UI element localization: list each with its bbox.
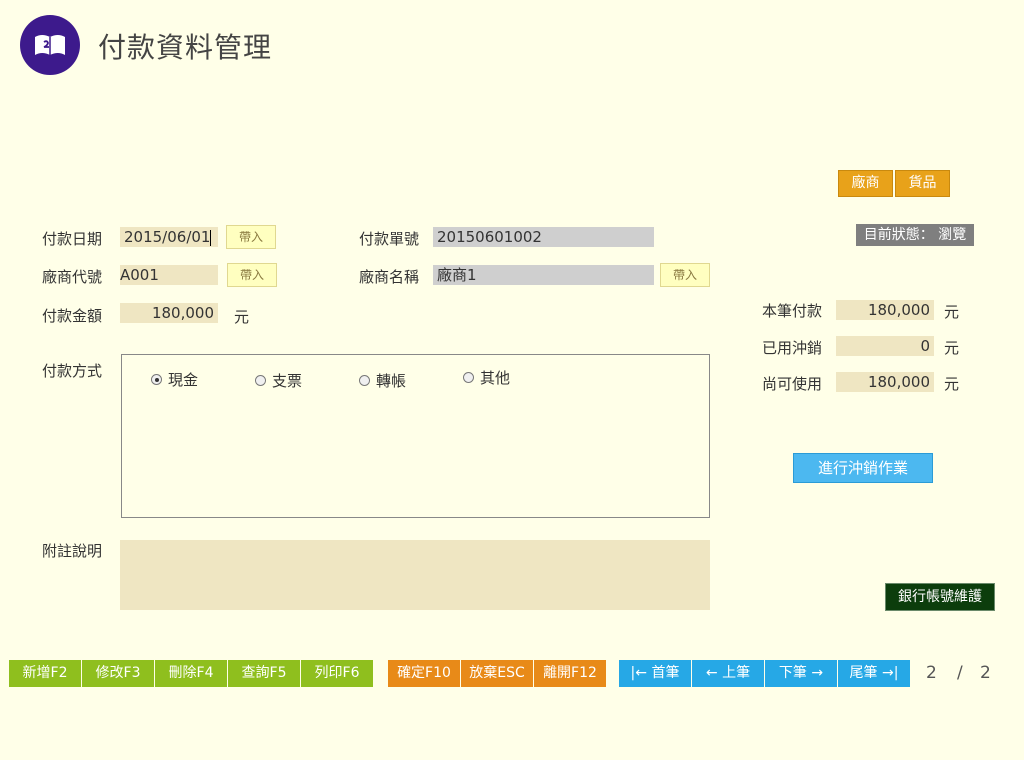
method-radio-cash[interactable]: 現金: [151, 369, 198, 390]
method-radio-check[interactable]: 支票: [255, 370, 302, 391]
note-label: 附註說明: [42, 542, 103, 560]
print-button[interactable]: 列印F6: [301, 660, 373, 687]
vendor-button[interactable]: 廠商: [838, 170, 893, 197]
used-offset-unit: 元: [944, 339, 960, 357]
bank-account-button[interactable]: 銀行帳號維護: [885, 583, 995, 611]
confirm-button[interactable]: 確定F10: [388, 660, 460, 687]
page-total: 2: [980, 663, 991, 683]
method-panel: 現金 支票 轉帳 其他: [121, 354, 710, 518]
text-cursor: [210, 229, 212, 246]
modify-button[interactable]: 修改F3: [82, 660, 154, 687]
used-offset-value: 0: [836, 336, 934, 356]
confirm-toolbar: 確定F10 放棄ESC 離開F12: [388, 660, 607, 687]
pay-date-value: 2015/06/01: [124, 228, 211, 246]
method-label-transfer: 轉帳: [376, 372, 407, 390]
amount-label: 付款金額: [42, 307, 103, 325]
note-textarea[interactable]: [120, 540, 710, 610]
pay-date-field[interactable]: 2015/06/01: [120, 227, 218, 247]
edit-toolbar: 新增F2 修改F3 刪除F4 查詢F5 列印F6: [9, 660, 374, 687]
method-label: 付款方式: [42, 362, 103, 380]
used-offset-label: 已用沖銷: [762, 339, 823, 357]
first-record-button[interactable]: |← 首筆: [619, 660, 691, 687]
add-button[interactable]: 新增F2: [9, 660, 81, 687]
status-badge: 目前狀態： 瀏覽: [856, 224, 974, 246]
vendor-name-label: 廠商名稱: [359, 268, 420, 286]
book-icon: [35, 35, 65, 55]
vendor-name-import-button[interactable]: 帶入: [660, 263, 710, 287]
page-current: 2: [926, 663, 937, 683]
query-button[interactable]: 查詢F5: [228, 660, 300, 687]
method-label-other: 其他: [480, 369, 511, 387]
remain-unit: 元: [944, 375, 960, 393]
current-pay-unit: 元: [944, 303, 960, 321]
current-pay-value: 180,000: [836, 300, 934, 320]
amount-field[interactable]: 180,000: [120, 303, 218, 323]
goods-button[interactable]: 貨品: [895, 170, 950, 197]
remain-label: 尚可使用: [762, 375, 823, 393]
page-separator: /: [957, 663, 963, 683]
status-value: 瀏覽: [938, 227, 967, 243]
remain-value: 180,000: [836, 372, 934, 392]
method-radio-other[interactable]: 其他: [463, 367, 510, 388]
offset-button[interactable]: 進行沖銷作業: [793, 453, 933, 483]
prev-record-button[interactable]: ← 上筆: [692, 660, 764, 687]
method-label-cash: 現金: [168, 371, 199, 389]
pay-date-label: 付款日期: [42, 230, 103, 248]
page-title: 付款資料管理: [98, 31, 273, 64]
radio-unchecked-icon: [463, 372, 474, 383]
status-label: 目前狀態：: [863, 227, 934, 243]
amount-unit: 元: [234, 308, 250, 326]
radio-unchecked-icon: [255, 375, 266, 386]
current-pay-label: 本筆付款: [762, 302, 823, 320]
pay-date-import-button[interactable]: 帶入: [226, 225, 276, 249]
app-logo: [20, 15, 80, 75]
vendor-code-label: 廠商代號: [42, 268, 103, 286]
nav-toolbar: |← 首筆 ← 上筆 下筆 → 尾筆 →|: [619, 660, 911, 687]
method-label-check: 支票: [272, 372, 303, 390]
last-record-button[interactable]: 尾筆 →|: [838, 660, 910, 687]
delete-button[interactable]: 刪除F4: [155, 660, 227, 687]
pay-no-field[interactable]: 20150601002: [433, 227, 654, 247]
radio-unchecked-icon: [359, 375, 370, 386]
exit-button[interactable]: 離開F12: [534, 660, 606, 687]
pay-no-label: 付款單號: [359, 230, 420, 248]
vendor-name-field[interactable]: 廠商1: [433, 265, 654, 285]
discard-button[interactable]: 放棄ESC: [461, 660, 533, 687]
next-record-button[interactable]: 下筆 →: [765, 660, 837, 687]
vendor-code-field[interactable]: A001: [120, 265, 218, 285]
radio-checked-icon: [151, 374, 162, 385]
method-radio-transfer[interactable]: 轉帳: [359, 370, 406, 391]
vendor-code-import-button[interactable]: 帶入: [227, 263, 277, 287]
